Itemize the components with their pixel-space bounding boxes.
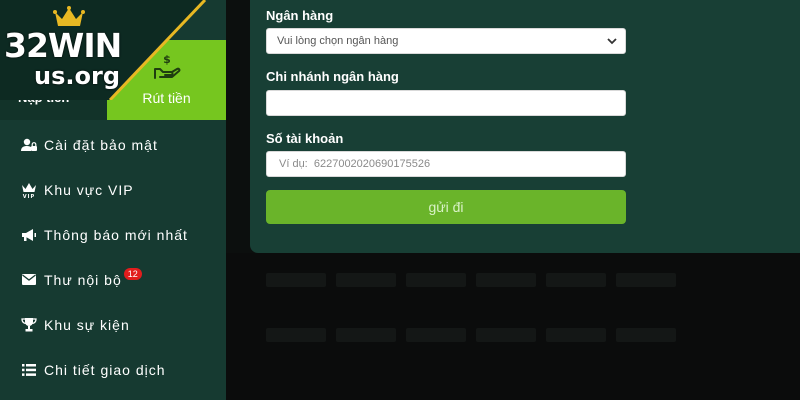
account-number-label: Số tài khoản <box>266 131 344 146</box>
menu-item-label: Thông báo mới nhất <box>44 226 188 243</box>
logo-main-text: 32WIN <box>4 26 122 65</box>
vip-crown-icon: VIP <box>20 182 38 198</box>
branch-field[interactable] <box>266 90 626 116</box>
svg-text:VIP: VIP <box>23 194 35 198</box>
menu-item-label: Khu vực VIP <box>44 181 134 198</box>
trophy-icon <box>20 317 38 333</box>
list-icon <box>20 362 38 378</box>
envelope-icon <box>20 272 38 288</box>
withdraw-form-panel: Ngân hàng Vui lòng chọn ngân hàng Chi nh… <box>250 0 800 253</box>
page-background <box>226 253 800 400</box>
blurred-content <box>266 328 676 342</box>
menu-item-label: Cài đặt bảo mật <box>44 136 158 153</box>
menu-item-security[interactable]: Cài đặt bảo mật <box>0 122 226 167</box>
account-number-field[interactable] <box>266 151 626 177</box>
crown-icon <box>53 6 85 26</box>
submit-button[interactable]: gửi đi <box>266 190 626 224</box>
menu-item-events[interactable]: Khu sự kiện <box>0 302 226 347</box>
blurred-content <box>266 273 676 287</box>
menu-item-label: Chi tiết giao dịch <box>44 361 166 378</box>
sidebar-menu: Cài đặt bảo mật VIP Khu vực VIP Thông bá… <box>0 122 226 392</box>
menu-item-label: Thư nội bộ <box>44 271 122 288</box>
bank-label: Ngân hàng <box>266 8 334 23</box>
account-number-input[interactable] <box>277 157 615 171</box>
menu-item-inbox[interactable]: Thư nội bộ 12 <box>0 257 226 302</box>
unread-count-badge: 12 <box>123 267 142 280</box>
menu-item-label: Khu sự kiện <box>44 316 130 333</box>
bank-select[interactable]: Vui lòng chọn ngân hàng <box>266 28 626 54</box>
megaphone-icon <box>20 227 38 243</box>
branch-label: Chi nhánh ngân hàng <box>266 69 399 84</box>
logo-domain-text: us.org <box>34 62 120 90</box>
menu-item-transactions[interactable]: Chi tiết giao dịch <box>0 347 226 392</box>
branch-input[interactable] <box>277 96 615 110</box>
site-logo[interactable]: 32WIN us.org <box>0 0 215 100</box>
bank-select-value: Vui lòng chọn ngân hàng <box>277 35 399 47</box>
user-lock-icon <box>20 137 38 153</box>
menu-item-vip[interactable]: VIP Khu vực VIP <box>0 167 226 212</box>
chevron-down-icon <box>607 38 617 45</box>
menu-item-notifications[interactable]: Thông báo mới nhất <box>0 212 226 257</box>
